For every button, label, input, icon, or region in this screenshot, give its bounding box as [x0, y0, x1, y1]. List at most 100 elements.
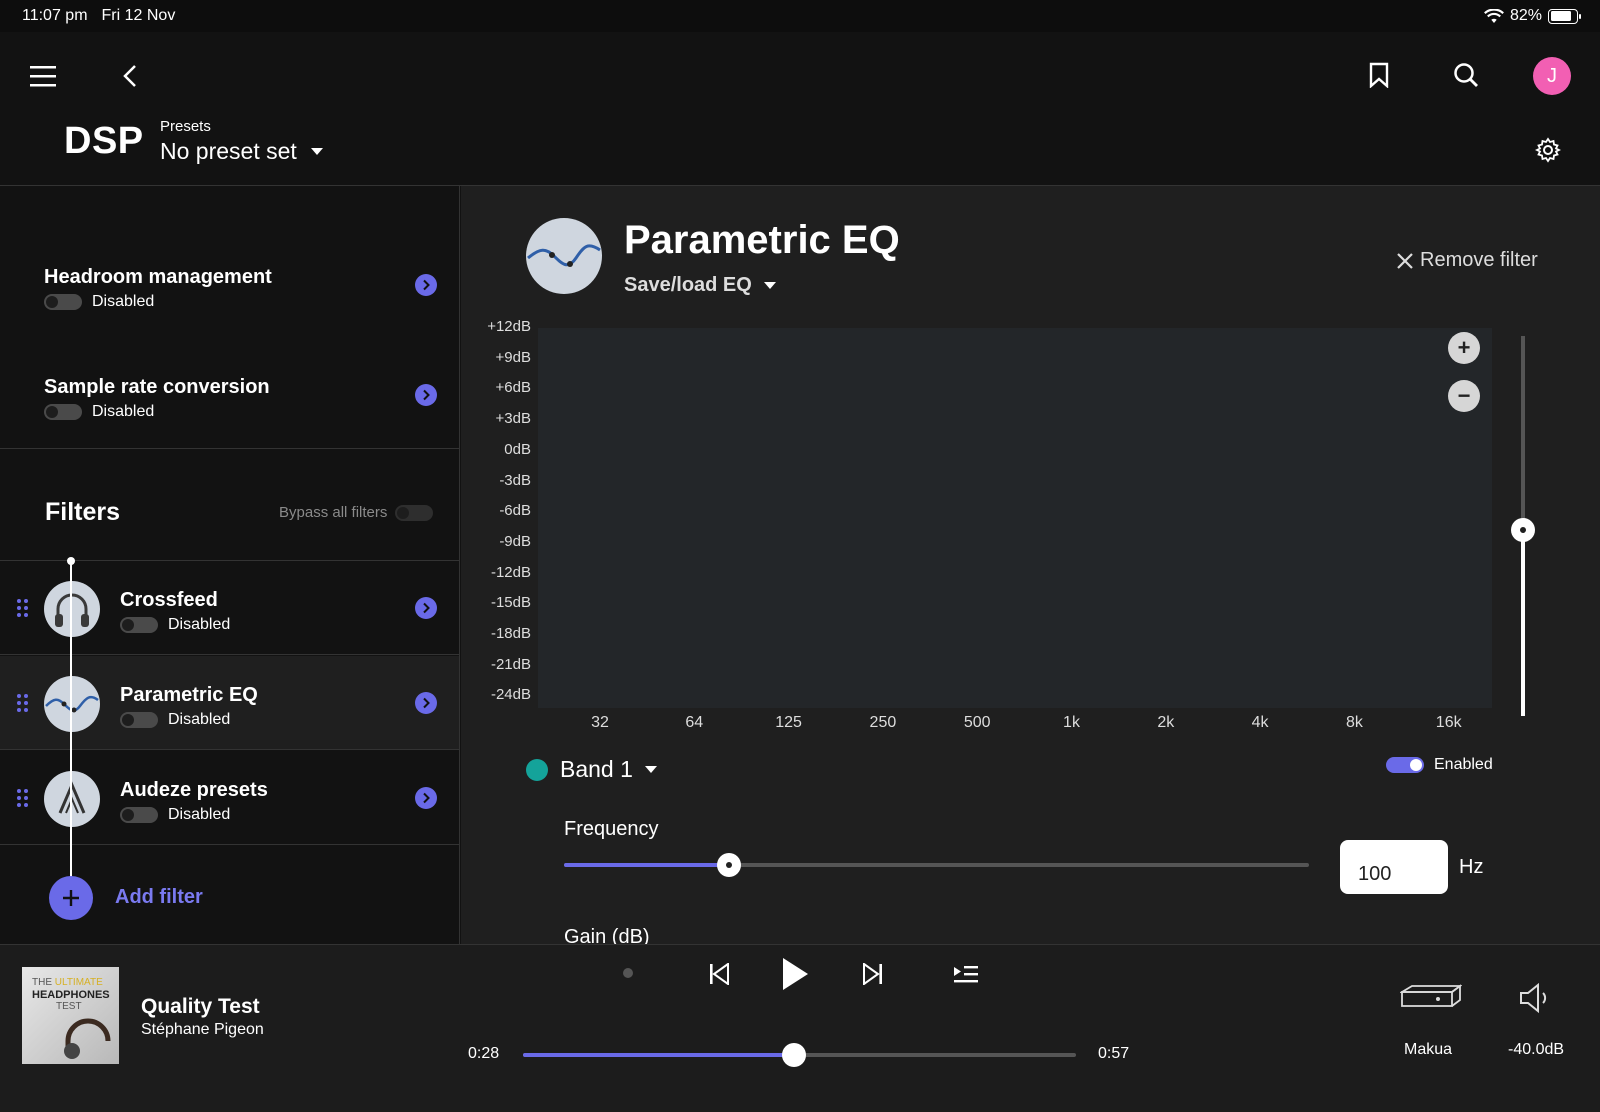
volume-icon[interactable]: [1518, 981, 1552, 1015]
total-time: 0:57: [1098, 1045, 1130, 1062]
preset-dropdown[interactable]: No preset set: [160, 138, 323, 165]
filter-title: Parametric EQ: [120, 684, 258, 706]
presets-label: Presets: [160, 118, 211, 135]
parametric-eq-toggle[interactable]: [120, 712, 158, 728]
next-icon[interactable]: [860, 961, 886, 987]
filter-status: Disabled: [168, 711, 231, 728]
band-enabled[interactable]: Enabled: [1386, 756, 1493, 774]
filter-row-audeze[interactable]: Audeze presets Disabled: [0, 751, 459, 845]
filter-row-crossfeed[interactable]: Crossfeed Disabled: [0, 561, 459, 655]
dac-device-icon[interactable]: [1400, 981, 1462, 1015]
filter-row-parametric-eq[interactable]: Parametric EQ Disabled: [0, 656, 459, 750]
crossfeed-toggle[interactable]: [120, 617, 158, 633]
playback-progress[interactable]: [523, 1043, 1076, 1067]
eq-graph[interactable]: [538, 328, 1492, 708]
queue-icon[interactable]: [952, 963, 980, 985]
x-axis-tick-label: 2k: [1157, 714, 1175, 731]
chevron-right-icon[interactable]: [415, 274, 437, 296]
gain-range-slider[interactable]: [1511, 336, 1535, 716]
y-axis-tick-label: +6dB: [495, 379, 531, 397]
frequency-slider[interactable]: [564, 853, 1309, 877]
slider-track-fill: [1521, 528, 1525, 716]
previous-icon[interactable]: [706, 961, 732, 987]
filter-title: Crossfeed: [120, 589, 218, 611]
sidebar: Headroom management Disabled Sample rate…: [0, 186, 460, 944]
album-text-the: THE: [32, 977, 55, 988]
chevron-right-icon[interactable]: [415, 787, 437, 809]
add-filter-label[interactable]: Add filter: [115, 886, 203, 909]
x-axis-tick-label: 500: [963, 714, 991, 731]
y-axis-tick-label: -18dB: [490, 625, 531, 642]
gear-icon[interactable]: [1534, 136, 1562, 164]
chevron-down-icon: [644, 766, 657, 773]
y-axis-tick-label: +9dB: [495, 348, 531, 366]
audeze-logo-icon: [44, 771, 100, 827]
track-title[interactable]: Quality Test: [141, 995, 260, 1019]
album-text-ultimate: ULTIMATE: [54, 977, 103, 988]
back-icon[interactable]: [118, 62, 142, 90]
filter-chain-line: [67, 557, 75, 880]
album-art[interactable]: THE ULTIMATE HEADPHONES TEST: [22, 967, 119, 1064]
headphones-art-icon: [64, 1018, 111, 1059]
slider-thumb[interactable]: [1511, 518, 1535, 542]
chevron-right-icon[interactable]: [415, 597, 437, 619]
sidebar-item-headroom[interactable]: Headroom management Disabled: [44, 266, 272, 311]
slider-thumb[interactable]: [717, 853, 741, 877]
zoom-in-button[interactable]: +: [1448, 332, 1480, 364]
avatar[interactable]: J: [1533, 57, 1571, 95]
status-right: 82%: [1484, 7, 1581, 25]
progress-thumb[interactable]: [781, 1043, 806, 1067]
search-icon[interactable]: [1452, 61, 1480, 89]
chevron-right-icon[interactable]: [415, 692, 437, 714]
drag-handle-icon[interactable]: [17, 789, 28, 807]
x-axis-tick-label: 4k: [1251, 714, 1269, 731]
y-axis-tick-label: -6dB: [499, 502, 531, 520]
headroom-toggle[interactable]: [44, 294, 82, 310]
frequency-label: Frequency: [564, 818, 659, 840]
band-enabled-toggle[interactable]: [1386, 757, 1424, 773]
bypass-all-filters[interactable]: Bypass all filters: [279, 504, 434, 521]
slider-fill: [564, 863, 729, 867]
filter-title: Parametric EQ: [624, 218, 900, 262]
bypass-toggle[interactable]: [395, 504, 434, 521]
sidebar-item-title: Headroom management: [44, 266, 272, 288]
band-dropdown[interactable]: Band 1: [526, 756, 657, 783]
current-time: 0:28: [468, 1045, 500, 1062]
y-axis-tick-label: -24dB: [490, 686, 531, 704]
top-nav: J DSP Presets No preset set: [0, 32, 1600, 186]
zoom-out-button[interactable]: −: [1448, 380, 1480, 412]
frequency-input[interactable]: [1340, 840, 1448, 894]
chevron-down-icon: [763, 282, 776, 289]
x-axis-tick-label: 32: [591, 714, 609, 731]
drag-handle-icon[interactable]: [17, 694, 28, 712]
sidebar-item-sample-rate[interactable]: Sample rate conversion Disabled: [44, 376, 270, 421]
save-load-label: Save/load EQ: [624, 274, 752, 296]
frequency-unit: Hz: [1459, 856, 1484, 878]
sidebar-item-status: Disabled: [92, 403, 155, 420]
status-date: Fri 12 Nov: [101, 7, 176, 24]
track-artist[interactable]: Stéphane Pigeon: [141, 1021, 264, 1039]
sample-rate-toggle[interactable]: [44, 404, 82, 420]
output-device-label[interactable]: Makua: [1404, 1041, 1452, 1059]
now-playing-bar: THE ULTIMATE HEADPHONES TEST Quality Tes…: [0, 944, 1600, 1112]
radio-icon[interactable]: [620, 965, 636, 981]
volume-label[interactable]: -40.0dB: [1508, 1041, 1564, 1059]
play-icon[interactable]: [778, 957, 812, 991]
chevron-right-icon[interactable]: [415, 384, 437, 406]
eq-curve-icon: [44, 676, 100, 732]
bookmark-icon[interactable]: [1366, 60, 1392, 90]
y-axis-tick-label: 0dB: [504, 440, 531, 458]
add-filter-button[interactable]: [49, 876, 93, 920]
menu-icon[interactable]: [28, 62, 58, 90]
battery-icon: [1548, 8, 1581, 24]
x-axis-tick-label: 1k: [1063, 714, 1080, 731]
save-load-eq-dropdown[interactable]: Save/load EQ: [624, 274, 776, 297]
drag-handle-icon[interactable]: [17, 599, 28, 617]
chevron-down-icon: [310, 148, 323, 155]
filter-detail-panel: Parametric EQ Save/load EQ Remove filter…: [461, 186, 1600, 944]
plus-icon: [63, 890, 79, 906]
band-color-dot: [526, 758, 548, 781]
audeze-toggle[interactable]: [120, 807, 158, 823]
sidebar-item-status: Disabled: [92, 293, 155, 310]
remove-filter-button[interactable]: Remove filter: [1396, 249, 1538, 272]
